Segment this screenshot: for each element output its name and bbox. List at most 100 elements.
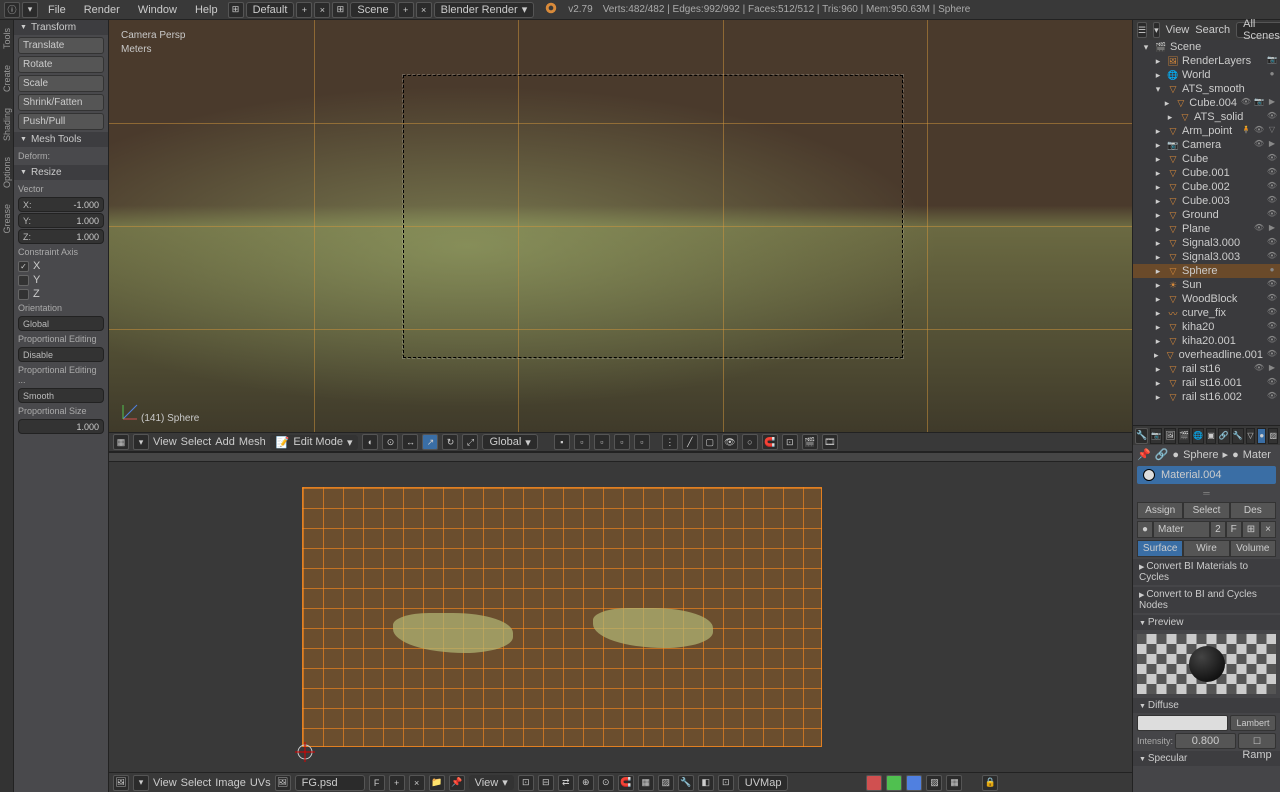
outliner-row[interactable]: ▸▽Sphere●	[1133, 264, 1280, 278]
image-browse-icon[interactable]: 🖼	[275, 775, 291, 791]
uv-snap-icon[interactable]: 🧲	[618, 775, 634, 791]
ctx-modifier-icon[interactable]: 🔧	[1232, 428, 1244, 444]
lock-icon[interactable]: 🔒	[982, 775, 998, 791]
translate-button[interactable]: Translate	[18, 37, 104, 54]
layout-add-icon[interactable]: +	[296, 2, 312, 18]
uv-draw-icon[interactable]: ▦	[638, 775, 654, 791]
scale-button[interactable]: Scale	[18, 75, 104, 92]
outliner-row[interactable]: ▸▽Cube👁	[1133, 152, 1280, 166]
mat-fake-button[interactable]: F	[1226, 521, 1242, 538]
outliner-tree[interactable]: ▾🎬Scene▸🖼RenderLayers📷▸🌐World●▾▽ATS_smoo…	[1133, 40, 1280, 425]
image-new-icon[interactable]: +	[389, 775, 405, 791]
outliner-row[interactable]: ▸🖼RenderLayers📷	[1133, 54, 1280, 68]
tab-wire[interactable]: Wire	[1183, 540, 1229, 557]
channel-g-icon[interactable]	[886, 775, 902, 791]
crumb-mat[interactable]: Mater	[1243, 449, 1271, 461]
propedit-dropdown[interactable]: Disable	[18, 347, 104, 362]
uv-modifier-icon[interactable]: 🔧	[678, 775, 694, 791]
disclosure-icon[interactable]: ▸	[1152, 307, 1164, 319]
visibility-toggle-icon[interactable]: ▶	[1266, 139, 1278, 151]
mat-unlink-icon[interactable]: ×	[1260, 521, 1276, 538]
disclosure-icon[interactable]: ▸	[1152, 195, 1164, 207]
diffuse-header[interactable]: Diffuse	[1133, 698, 1280, 713]
outliner-row[interactable]: ▸📷Camera👁▶	[1133, 138, 1280, 152]
vector-y-field[interactable]: Y:1.000	[18, 213, 104, 228]
visibility-toggle-icon[interactable]: 👁	[1266, 321, 1278, 333]
visibility-toggle-icon[interactable]: 👁	[1266, 209, 1278, 221]
render-anim-icon[interactable]: 🎞	[822, 434, 838, 450]
orientation-dropdown[interactable]: Global	[18, 316, 104, 331]
disclosure-icon[interactable]: ▸	[1152, 223, 1164, 235]
material-slot[interactable]: Material.004	[1137, 466, 1276, 484]
uv-canvas[interactable]	[109, 462, 1132, 772]
outliner-row[interactable]: ▸▽Cube.001👁	[1133, 166, 1280, 180]
outliner-row[interactable]: ▸▽kiha20.001👁	[1133, 334, 1280, 348]
image-unlink-icon[interactable]: ×	[409, 775, 425, 791]
layer-btn[interactable]: ▫	[574, 434, 590, 450]
tab-shading[interactable]: Shading	[0, 104, 13, 145]
mode-dropdown[interactable]: 📝 Edit Mode ▾	[270, 435, 359, 450]
propedit-icon[interactable]: ○	[742, 434, 758, 450]
disclosure-icon[interactable]: ▸	[1152, 125, 1164, 137]
disclosure-icon[interactable]: ▸	[1152, 237, 1164, 249]
visibility-toggle-icon[interactable]: ●	[1266, 265, 1278, 277]
disclosure-icon[interactable]: ▸	[1162, 97, 1173, 109]
engine-dropdown[interactable]: Blender Render▾	[434, 2, 535, 18]
sel-face-icon[interactable]: ▢	[702, 434, 718, 450]
visibility-toggle-icon[interactable]: 👁	[1266, 167, 1278, 179]
outliner-row[interactable]: ▸▽ATS_solid👁	[1133, 110, 1280, 124]
disclosure-icon[interactable]: ▸	[1152, 391, 1164, 403]
sel-edge-icon[interactable]: ╱	[682, 434, 698, 450]
outliner-row[interactable]: ▸🌐World●	[1133, 68, 1280, 82]
axis-z-check[interactable]: Z	[18, 287, 104, 301]
outliner-row[interactable]: ▸▽Ground👁	[1133, 208, 1280, 222]
visibility-toggle-icon[interactable]: 👁	[1266, 377, 1278, 389]
slot-grip-icon[interactable]: ═	[1133, 486, 1280, 500]
visibility-toggle-icon[interactable]: 📷	[1253, 97, 1265, 109]
layer-btn[interactable]: ▫	[634, 434, 650, 450]
uv-cursor-icon[interactable]: ⊕	[578, 775, 594, 791]
visibility-toggle-icon[interactable]: 👁	[1266, 153, 1278, 165]
scene-add-icon[interactable]: +	[398, 2, 414, 18]
rotate-button[interactable]: Rotate	[18, 56, 104, 73]
push-pull-button[interactable]: Push/Pull	[18, 113, 104, 130]
view3d-view[interactable]: View	[153, 436, 177, 448]
visibility-toggle-icon[interactable]: 👁	[1266, 237, 1278, 249]
propsize-field[interactable]: 1.000	[18, 419, 104, 434]
disclosure-icon[interactable]: ▾	[1140, 41, 1152, 53]
layer-btn[interactable]: ▫	[594, 434, 610, 450]
uv-mode-dropdown[interactable]: View ▾	[469, 775, 514, 790]
disclosure-icon[interactable]: ▸	[1152, 139, 1164, 151]
outliner-search[interactable]: Search	[1195, 24, 1230, 36]
tab-surface[interactable]: Surface	[1137, 540, 1183, 557]
disclosure-icon[interactable]: ▸	[1152, 181, 1164, 193]
visibility-toggle-icon[interactable]: 👁	[1266, 251, 1278, 263]
visibility-toggle-icon[interactable]: 👁	[1266, 391, 1278, 403]
outliner-row[interactable]: ▸▽rail st16👁▶	[1133, 362, 1280, 376]
menu-help[interactable]: Help	[187, 2, 226, 18]
propfall-dropdown[interactable]: Smooth	[18, 388, 104, 403]
menu-window[interactable]: Window	[130, 2, 185, 18]
snap-icon[interactable]: 🧲	[762, 434, 778, 450]
visibility-toggle-icon[interactable]: ▶	[1266, 97, 1278, 109]
disclosure-icon[interactable]: ▸	[1152, 279, 1164, 291]
disclosure-icon[interactable]: ▸	[1151, 349, 1162, 361]
visibility-toggle-icon[interactable]: 👁	[1240, 97, 1252, 109]
disclosure-icon[interactable]: ▸	[1152, 377, 1164, 389]
ctx-scene-icon[interactable]: 🎬	[1178, 428, 1190, 444]
editor-type-info[interactable]: ⓘ	[4, 2, 20, 18]
visibility-toggle-icon[interactable]: 👁	[1266, 335, 1278, 347]
ctx-data-icon[interactable]: ▽	[1246, 428, 1255, 444]
shrink-fatten-button[interactable]: Shrink/Fatten	[18, 94, 104, 111]
uv-sync-icon[interactable]: ⇄	[558, 775, 574, 791]
area-splitter[interactable]	[109, 452, 1132, 462]
collapse-icon[interactable]: ▾	[1153, 22, 1160, 38]
uv-pivot-icon[interactable]: ⊙	[598, 775, 614, 791]
editor-type-uv-icon[interactable]: 🖼	[113, 775, 129, 791]
editor-type-outliner-icon[interactable]: ☰	[1137, 22, 1147, 38]
tab-tools[interactable]: Tools	[0, 24, 13, 53]
uv-uvs[interactable]: UVs	[250, 777, 271, 789]
disclosure-icon[interactable]: ▸	[1152, 251, 1164, 263]
orient-dropdown[interactable]: Global ▾	[482, 434, 537, 450]
ctx-world-icon[interactable]: 🌐	[1192, 428, 1204, 444]
